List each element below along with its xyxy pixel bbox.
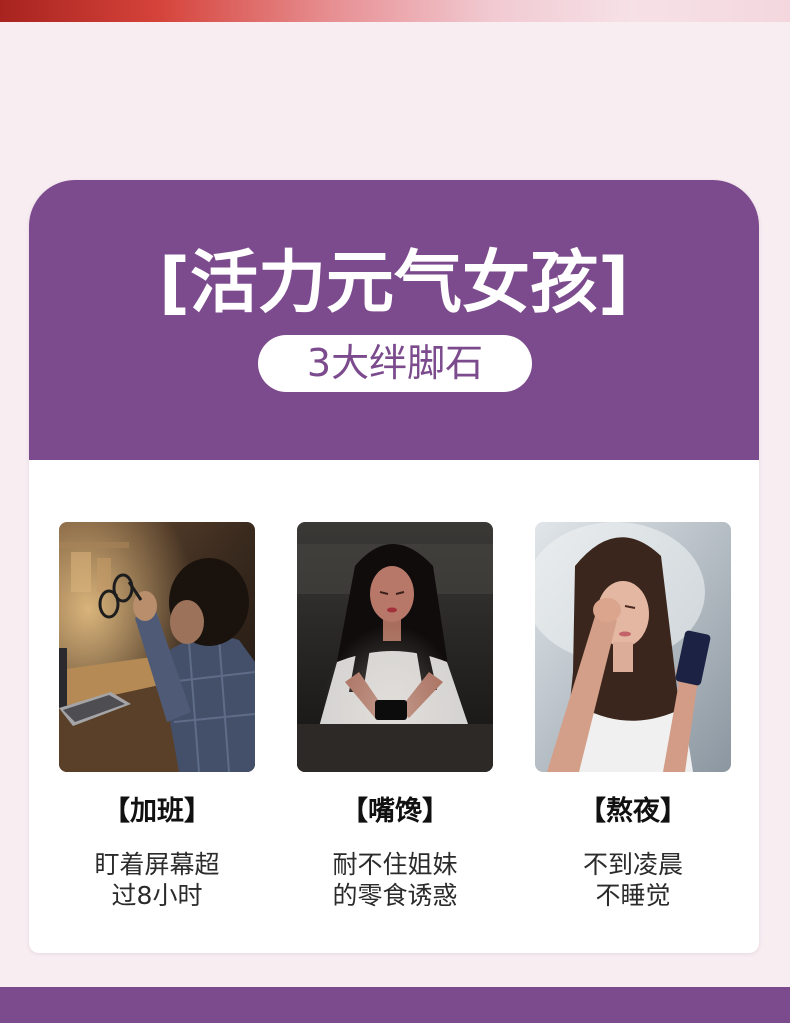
- obstacle-description: 不到凌晨 不睡觉: [535, 849, 731, 911]
- obstacle-label: 【加班】: [103, 796, 211, 827]
- obstacle-columns: 【加班】 盯着屏幕超 过8小时 【嘴馋】 耐不住姐妹 的零食诱惑 【熬夜】 不到…: [59, 522, 731, 922]
- description-line: 盯着屏幕超: [94, 850, 220, 879]
- late-night-photo: [535, 522, 731, 772]
- blanket: [297, 724, 493, 772]
- description-line: 的零食诱惑: [332, 881, 458, 910]
- obstacle-item-late-night: 【熬夜】 不到凌晨 不睡觉: [535, 522, 731, 911]
- description-line: 耐不住姐妹: [332, 850, 458, 879]
- description-line: 过8小时: [111, 881, 203, 910]
- overtime-photo-svg: [59, 522, 255, 772]
- description-line: 不到凌晨: [582, 850, 683, 879]
- snacking-photo: [297, 522, 493, 772]
- description-line: 不睡觉: [595, 881, 671, 910]
- phone: [375, 700, 407, 720]
- obstacle-item-snacking: 【嘴馋】 耐不住姐妹 的零食诱惑: [297, 522, 493, 911]
- obstacles-card: [活力元气女孩] 3大绊脚石 【加班】 盯着屏幕超 过8小时 【嘴馋】 耐不住姐…: [29, 180, 759, 953]
- top-banner-image: [0, 0, 790, 22]
- obstacle-label: 【嘴馋】: [341, 796, 449, 827]
- page-title: [活力元气女孩]: [158, 244, 630, 323]
- card-header: [活力元气女孩] 3大绊脚石: [29, 180, 759, 460]
- snacking-photo-svg: [297, 522, 493, 772]
- obstacle-description: 耐不住姐妹 的零食诱惑: [297, 849, 493, 911]
- bottom-bar: [0, 987, 790, 1023]
- overtime-photo: [59, 522, 255, 772]
- obstacle-item-overtime: 【加班】 盯着屏幕超 过8小时: [59, 522, 255, 911]
- subtitle-pill: 3大绊脚石: [258, 335, 532, 392]
- obstacle-label: 【熬夜】: [579, 796, 687, 827]
- late-night-photo-svg: [535, 522, 731, 772]
- obstacle-description: 盯着屏幕超 过8小时: [59, 849, 255, 911]
